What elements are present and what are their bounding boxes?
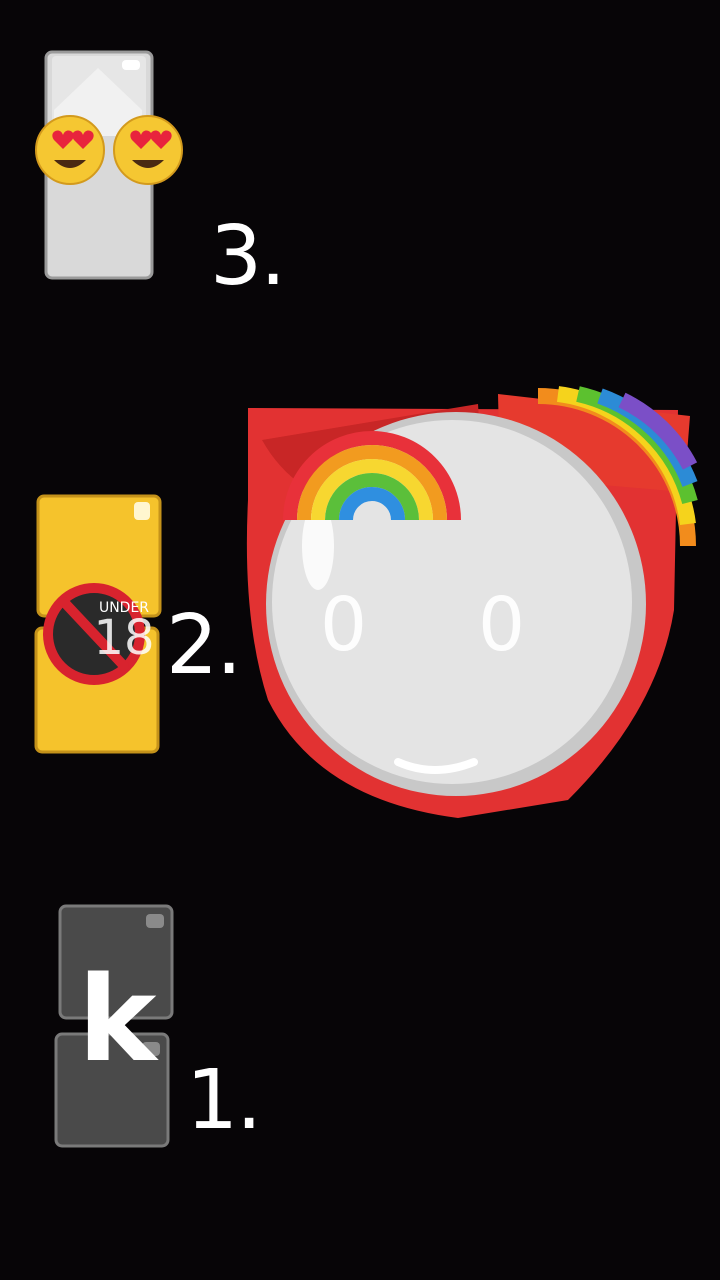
rank-item-1: k 1. [40, 890, 300, 1170]
rank-label-3: 3. [210, 209, 286, 304]
face-eye-right: 0 [478, 582, 526, 668]
white-face-with-rainbow-icon [246, 386, 698, 818]
tile-letter: k [78, 950, 157, 1088]
rank-item-2: UNDER 18 2. 0 0 [30, 380, 700, 830]
white-tile-with-heart-eyes-emojis-icon [35, 50, 183, 280]
heart-eyes-emoji-right-icon [113, 115, 183, 185]
heart-eyes-emoji-left-icon [35, 115, 105, 185]
rank-label-2: 2. [166, 598, 242, 693]
face-eye-left: 0 [320, 582, 368, 668]
rank-label-1: 1. [186, 1053, 262, 1148]
age-number: 18 [93, 610, 155, 666]
rank-item-3: 3. [30, 40, 300, 300]
